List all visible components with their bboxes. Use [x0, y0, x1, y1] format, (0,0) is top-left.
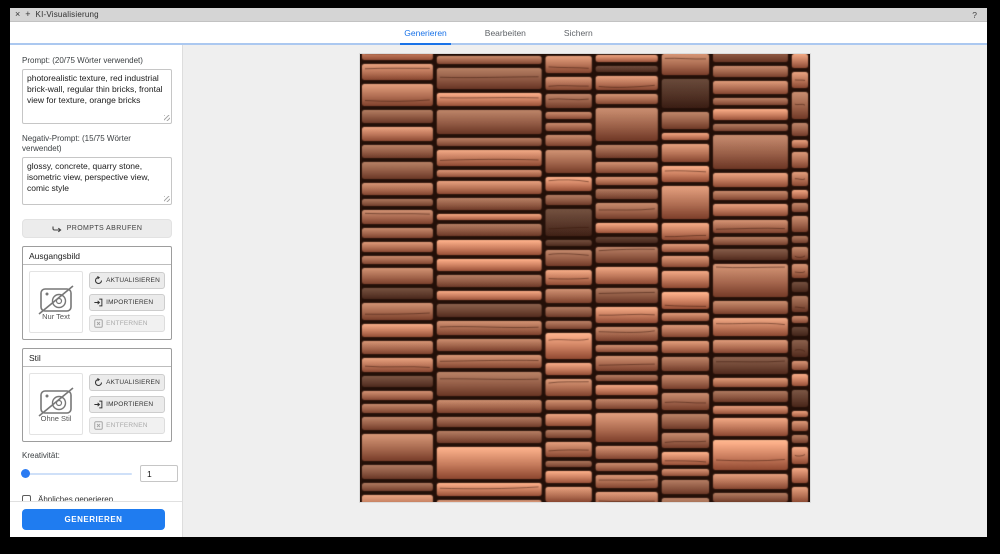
titlebar: × + KI-Visualisierung ?	[10, 8, 987, 22]
creativity-slider-row	[22, 465, 178, 482]
return-arrow-icon	[52, 224, 62, 233]
tab-generieren[interactable]: Generieren	[398, 22, 453, 43]
style-title: Stil	[23, 349, 171, 367]
negative-prompt-label: Negativ-Prompt: (15/75 Wörter verwendet)	[22, 134, 162, 154]
refresh-icon	[94, 276, 103, 285]
source-remove-button[interactable]: ENTFERNEN	[89, 315, 165, 332]
creativity-slider-thumb[interactable]	[21, 469, 30, 478]
checkbox-icon	[22, 495, 31, 502]
style-group: Stil Ohne Stil	[22, 348, 172, 442]
help-icon[interactable]: ?	[972, 10, 977, 20]
fetch-prompts-button[interactable]: PROMPTS ABRUFEN	[22, 219, 172, 238]
style-placeholder-label: Ohne Stil	[41, 414, 72, 423]
creativity-value-input[interactable]	[140, 465, 178, 482]
sidebar-footer: GENERIEREN	[10, 501, 182, 537]
window-title: KI-Visualisierung	[36, 10, 99, 19]
remove-icon	[94, 319, 103, 328]
source-import-button[interactable]: IMPORTIEREN	[89, 294, 165, 311]
tab-sichern[interactable]: Sichern	[558, 22, 599, 43]
creativity-label: Kreativität:	[22, 451, 171, 460]
import-icon	[94, 298, 103, 307]
prompt-label: Prompt: (20/75 Wörter verwendet)	[22, 56, 162, 66]
sidebar: Prompt: (20/75 Wörter verwendet) photore…	[10, 45, 183, 537]
style-thumbnail[interactable]: Ohne Stil	[29, 373, 83, 435]
tab-bar: Generieren Bearbeiten Sichern	[10, 22, 987, 45]
style-remove-button[interactable]: ENTFERNEN	[89, 417, 165, 434]
refresh-icon	[94, 378, 103, 387]
source-image-group: Ausgangsbild Nur Text	[22, 246, 172, 340]
options-checkbox-list: Ähnliches generieren Nahtlose Kacheln ei…	[22, 491, 171, 501]
prompt-input[interactable]: photorealistic texture, red industrial b…	[22, 69, 172, 124]
checkbox-generate-similar[interactable]: Ähnliches generieren	[22, 491, 171, 501]
source-image-thumbnail[interactable]: Nur Text	[29, 271, 83, 333]
tab-bearbeiten[interactable]: Bearbeiten	[479, 22, 532, 43]
creativity-slider-track[interactable]	[22, 473, 132, 475]
new-tab-icon[interactable]: +	[25, 10, 30, 19]
close-icon[interactable]: ×	[15, 10, 20, 19]
source-image-placeholder-label: Nur Text	[42, 312, 70, 321]
generated-texture-image	[360, 54, 810, 502]
source-image-title: Ausgangsbild	[23, 247, 171, 265]
source-refresh-button[interactable]: AKTUALISIEREN	[89, 272, 165, 289]
style-import-button[interactable]: IMPORTIEREN	[89, 396, 165, 413]
negative-prompt-input[interactable]: glossy, concrete, quarry stone, isometri…	[22, 157, 172, 205]
import-icon	[94, 400, 103, 409]
generate-button[interactable]: GENERIEREN	[22, 509, 165, 530]
app-window: × + KI-Visualisierung ? Generieren Bearb…	[10, 8, 987, 537]
preview-area	[183, 45, 987, 537]
sidebar-scroll-area[interactable]: Prompt: (20/75 Wörter verwendet) photore…	[10, 45, 182, 501]
remove-icon	[94, 421, 103, 430]
style-refresh-button[interactable]: AKTUALISIEREN	[89, 374, 165, 391]
